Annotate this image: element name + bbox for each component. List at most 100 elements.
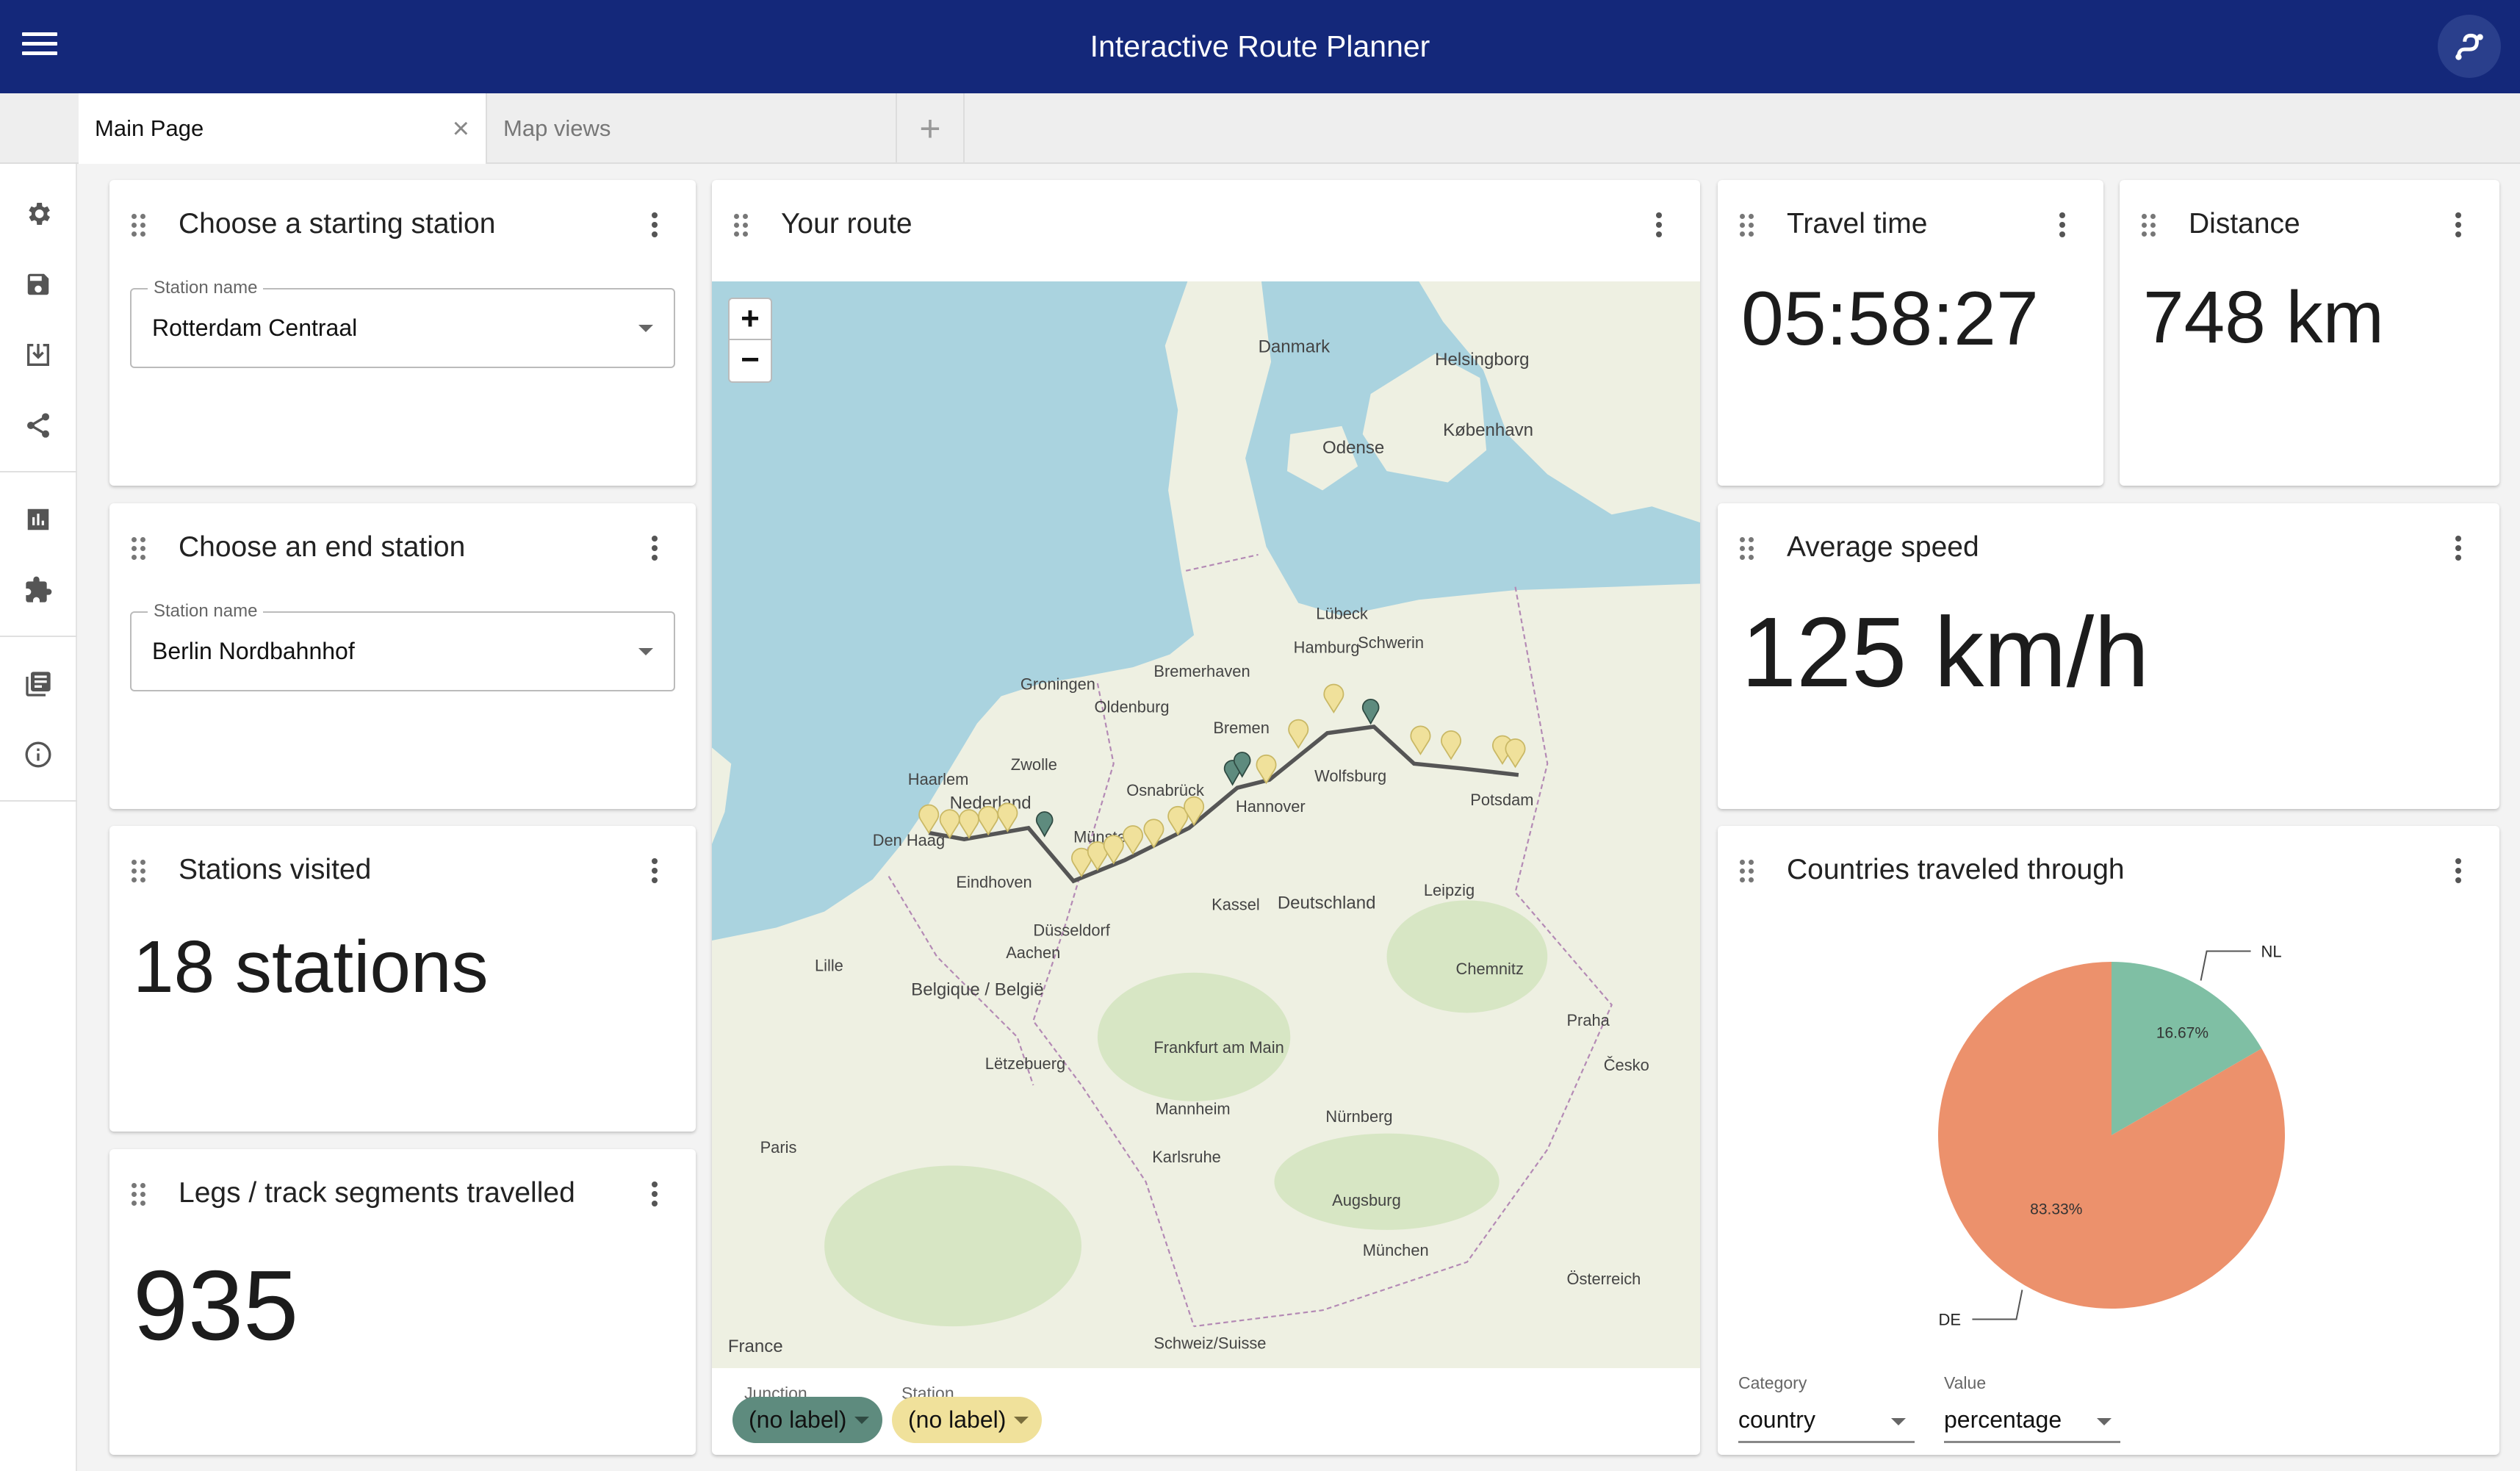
card-title: Travel time [1787,208,1928,240]
drag-handle-icon[interactable] [1740,214,1756,237]
info-icon[interactable] [21,737,56,772]
tab-main-page[interactable]: Main Page × [79,93,487,164]
card-title: Legs / track segments travelled [179,1177,575,1209]
start-station-select[interactable]: Station name Rotterdam Centraal [130,278,675,368]
app-title: Interactive Route Planner [1090,29,1430,63]
close-icon[interactable]: × [453,93,469,164]
map-label: Österreich [1566,1270,1641,1288]
card-title: Choose an end station [179,531,466,563]
map-label: Augsburg [1332,1191,1401,1209]
map-label: Groningen [1020,675,1095,694]
pill-value: (no label) [908,1406,1007,1433]
travel-time-card: Travel time 05:58:27 [1718,180,2103,486]
average-speed-value: 125 km/h [1741,597,2150,708]
travel-time-value: 05:58:27 [1741,276,2039,362]
map-label: München [1363,1241,1429,1259]
map-label: Zwolle [1011,755,1057,774]
map-label: Schwerin [1358,633,1424,652]
map-label: Nürnberg [1325,1107,1392,1126]
stations-visited-value: 18 stations [133,926,489,1008]
more-options-icon[interactable] [652,536,659,562]
zoom-in-button[interactable]: + [728,298,772,340]
zoom-out-button[interactable]: − [728,340,772,383]
drag-handle-icon[interactable] [1740,537,1756,561]
gear-icon[interactable] [21,196,56,231]
divider [0,471,77,472]
field-label: Station name [148,601,264,622]
map-label: Lëtzebuerg [985,1054,1065,1073]
more-options-icon[interactable] [652,1182,659,1208]
map-label: Danmark [1259,337,1331,356]
station-label-select[interactable]: (no label) [892,1397,1042,1443]
pie-data-label: 16.67% [2156,1024,2208,1041]
distance-value: 748 km [2143,276,2384,359]
start-station-card: Choose a starting station Station name R… [109,180,696,486]
drag-handle-icon[interactable] [132,214,148,237]
pie-data-label: 83.33% [2030,1201,2082,1218]
map-label: Aachen [1006,943,1060,962]
drag-handle-icon[interactable] [132,860,148,883]
chevron-down-icon [854,1417,869,1424]
map-label: Haarlem [908,770,969,788]
more-options-icon[interactable] [1656,212,1663,239]
drag-handle-icon[interactable] [734,214,750,237]
library-books-icon[interactable] [21,666,56,702]
chevron-down-icon [638,325,653,332]
more-options-icon[interactable] [2455,536,2463,562]
map-label: Deutschland [1278,893,1376,913]
drag-handle-icon[interactable] [132,1183,148,1206]
save-icon[interactable] [21,267,56,302]
share-icon[interactable] [21,408,56,443]
import-icon[interactable] [21,337,56,373]
chart-icon[interactable] [21,502,56,537]
map-label: Düsseldorf [1033,921,1110,939]
end-station-select[interactable]: Station name Berlin Nordbahnhof [130,601,675,691]
drag-handle-icon[interactable] [132,537,148,561]
distance-card: Distance 748 km [2120,180,2499,486]
map-label: Helsingborg [1435,350,1529,370]
route-map[interactable]: Danmark København Helsingborg Odense Hamburg… [712,281,1700,1368]
route-map-card: Your route Danmark København Helsingborg Od… [712,180,1700,1455]
map-label: Hamburg [1294,638,1360,656]
legs-value: 935 [133,1250,299,1361]
map-label: Eindhoven [956,873,1032,891]
card-title: Your route [781,208,912,240]
map-label: Chemnitz [1456,960,1524,978]
pie-category-label: DE [1938,1311,1961,1329]
map-label: Mannheim [1156,1099,1231,1118]
legs-card: Legs / track segments travelled 935 [109,1149,696,1455]
more-options-icon[interactable] [652,858,659,885]
card-title: Choose a starting station [179,208,496,240]
select-value: country [1738,1406,1815,1433]
more-options-icon[interactable] [2455,212,2463,239]
divider [0,800,77,802]
chevron-down-icon [1014,1417,1029,1424]
map-label: Česko [1604,1056,1649,1074]
junction-label-select[interactable]: (no label) [732,1397,882,1443]
tab-label: Map views [503,115,611,141]
map-label: Leipzig [1424,881,1475,899]
map-label: Potsdam [1470,791,1533,809]
puzzle-icon[interactable] [21,572,56,608]
add-tab-button[interactable]: + [897,93,965,164]
field-label: Station name [148,278,264,298]
map-label: Bremen [1213,719,1270,737]
chevron-down-icon [638,648,653,655]
app-header: Interactive Route Planner [0,0,2520,93]
category-select[interactable]: country [1738,1406,1915,1443]
more-options-icon[interactable] [2059,212,2067,239]
divider [0,636,77,637]
value-select[interactable]: percentage [1944,1406,2120,1443]
tab-map-views[interactable]: Map views [487,93,897,164]
map-label: Hannover [1236,797,1306,816]
map-label: Lübeck [1316,604,1368,622]
more-options-icon[interactable] [652,212,659,239]
average-speed-card: Average speed 125 km/h [1718,503,2499,809]
select-value: percentage [1944,1406,2062,1433]
route-icon[interactable] [2438,15,2501,78]
drag-handle-icon[interactable] [2142,214,2158,237]
map-label: Paris [760,1138,797,1157]
pill-value: (no label) [749,1406,847,1433]
value-label: Value [1944,1373,1987,1392]
tab-bar: Main Page × Map views + [0,93,2520,164]
